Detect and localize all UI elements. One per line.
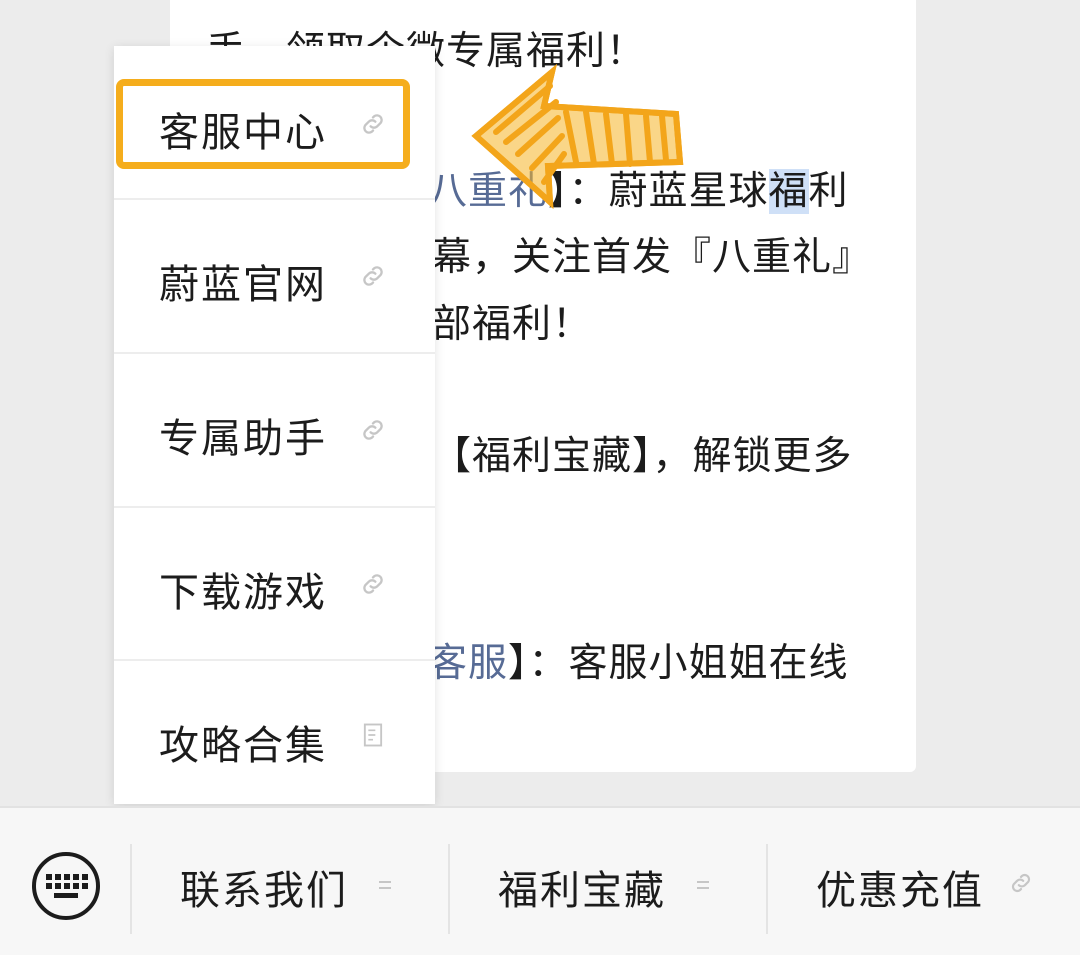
menu-tab-contact-us[interactable]: 联系我们 [132,808,448,955]
bottom-menu-bar: 联系我们 福利宝藏 优惠充值 [0,806,1080,955]
link-icon [1011,873,1031,893]
submenu-icon [697,881,709,889]
submenu-item-label: 蔚蓝官网 [159,262,327,308]
menu-tab-label: 优惠充值 [816,868,984,914]
article-text-line: 客服】：客服小姐姐在线 [428,641,849,686]
submenu-icon [379,881,391,889]
article-text-line: 幕，关注首发『八重礼』 [432,235,873,280]
menu-tab-recharge[interactable]: 优惠充值 [768,808,1080,955]
submenu-item-guides[interactable]: 攻略合集 [114,661,435,813]
article-text-line: 部福利！ [432,302,593,347]
link-icon [363,574,383,594]
submenu-item-assistant[interactable]: 专属助手 [114,354,435,506]
submenu-item-label: 专属助手 [159,416,327,462]
submenu-item-label: 攻略合集 [159,723,327,769]
link-icon [363,420,383,440]
link-icon [363,266,383,286]
article-icon [363,723,383,747]
menu-tab-welfare[interactable]: 福利宝藏 [450,808,766,955]
highlight-box [116,79,410,169]
keyboard-icon[interactable] [30,850,102,922]
submenu-item-official-site[interactable]: 蔚蓝官网 [114,200,435,352]
article-text-line: 【福利宝藏】，解锁更多 [432,434,853,479]
submenu-item-download[interactable]: 下载游戏 [114,508,435,660]
arrow-annotation [471,63,684,210]
menu-tab-label: 联系我们 [180,868,348,914]
menu-tab-label: 福利宝藏 [498,868,666,914]
article-link[interactable]: 客服 [428,641,508,686]
submenu-item-label: 下载游戏 [159,570,327,616]
